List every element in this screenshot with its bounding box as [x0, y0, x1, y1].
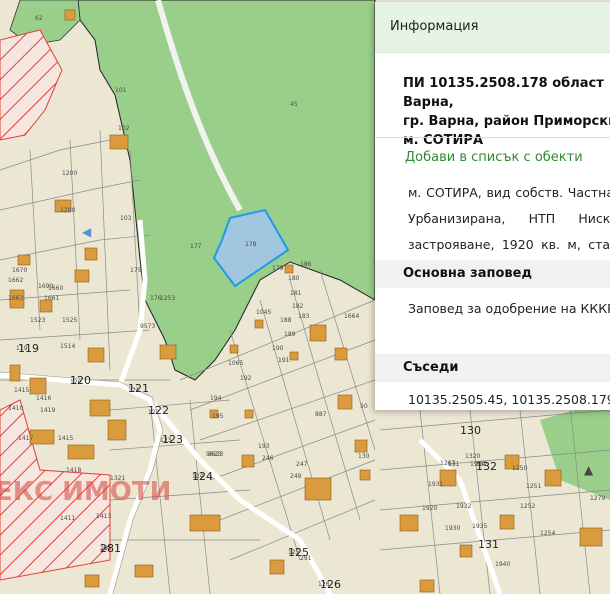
parcel-number-label: 1252 [520, 503, 535, 510]
parcel-number-label: 1523 [30, 317, 45, 324]
parcel-number-label: 1920 [422, 505, 437, 512]
parcel-number-label: 1935 [472, 523, 487, 530]
parcel-number-label: 186 [300, 261, 312, 268]
road-number-label: 123 [162, 433, 183, 446]
parcel-number-label: 1251 [526, 483, 541, 490]
parcel-number-label: 1930 [445, 525, 460, 532]
order-heading: Основна заповед [403, 266, 532, 281]
parcel-number-label: 175 [130, 267, 142, 274]
parcel-number-label: 1514 [60, 343, 75, 350]
road-number-label: 120 [70, 374, 91, 387]
parcel-number-label: 1525 [62, 317, 77, 324]
add-to-list-link[interactable]: Добави в списък с обекти [405, 150, 583, 165]
parcel-number-label: 1200 [62, 170, 77, 177]
road-number-label: 126 [320, 578, 341, 591]
divider [375, 137, 610, 138]
parcel-number-label: 193 [258, 443, 270, 450]
parcel-number-label: 179 [272, 265, 284, 272]
parcel-number-label: 195 [212, 413, 224, 420]
parcel-number-label: 1320 [465, 453, 480, 460]
road-number-label: 131 [478, 538, 499, 551]
parcel-number-label: 1664 [344, 313, 359, 320]
parcel-number-label: 191 [278, 357, 290, 364]
parcel-title: ПИ 10135.2508.178 област Варна, гр. Варн… [403, 76, 610, 148]
parcel-number-label: 194 [210, 395, 222, 402]
parcel-number-label: 1415 [58, 435, 73, 442]
order-text: Заповед за одобрение на КККР, издадена о… [408, 301, 610, 316]
info-panel-header: Информация [375, 2, 610, 53]
road-number-label: 124 [192, 470, 213, 483]
parcel-number-label: 1416 [36, 395, 51, 402]
parcel-number-label: 249 [290, 473, 302, 480]
parcel-number-label: 192 [240, 375, 252, 382]
parcel-number-label: 183 [298, 313, 310, 320]
parcel-number-label: 1411 [60, 515, 75, 522]
parcel-number-label: 1065 [228, 360, 243, 367]
parcel-number-label: 101 [115, 87, 127, 94]
road-number-label: 125 [288, 546, 309, 559]
road-number-label: 281 [100, 542, 121, 555]
parcel-number-label: 1279 [590, 495, 605, 502]
parcel-number-label: 103 [120, 215, 132, 222]
parcel-number-label: 246 [262, 455, 274, 462]
road-number-label: 121 [128, 382, 149, 395]
parcel-number-label: 1413 [96, 513, 111, 520]
parcel-number-label: 1250 [512, 465, 527, 472]
parcel-number-label: 1661 [44, 295, 59, 302]
parcel-number-label: 131 [448, 461, 460, 468]
parcel-number-label: 180 [288, 275, 300, 282]
parcel-number-label: 177 [190, 243, 202, 250]
info-panel-title: Информация [390, 19, 479, 34]
parcel-number-label: 1254 [540, 530, 555, 537]
parcel-number-label: 887 [315, 411, 327, 418]
parcel-number-label: 178 [245, 241, 257, 248]
info-panel: Информация ПИ 10135.2508.178 област Варн… [375, 2, 610, 410]
parcel-number-label: 1662 [8, 277, 23, 284]
parcel-number-label: 102 [118, 125, 130, 132]
parcel-number-label: 62 [35, 15, 43, 22]
parcel-number-label: 1931 [428, 481, 443, 488]
parcel-number-label: 1415 [14, 387, 29, 394]
parcel-number-label: 1419 [40, 407, 55, 414]
road-number-label: 132 [476, 460, 497, 473]
parcel-number-label: 50 [360, 403, 368, 410]
parcel-number-label: 130 [358, 453, 370, 460]
road-number-label: 122 [148, 404, 169, 417]
parcel-number-label: 45 [290, 101, 298, 108]
parcel-number-label: 1253 [160, 295, 175, 302]
neighbors-heading: Съседи [403, 360, 459, 375]
parcel-number-label: 1410 [8, 405, 23, 412]
parcel-number-label: 1417 [18, 435, 33, 442]
parcel-number-label: 189 [284, 331, 296, 338]
order-section-header: Основна заповед [375, 260, 610, 288]
parcel-number-label: 9623 [208, 451, 223, 458]
parcel-number-label: 1932 [456, 503, 471, 510]
road-number-label: 130 [460, 424, 481, 437]
arrow-icon: ▲ [584, 463, 594, 477]
parcel-number-label: 182 [292, 303, 304, 310]
parcel-number-label: 1670 [12, 267, 27, 274]
arrow-icon: ◀ [82, 225, 92, 239]
parcel-number-label: 190 [272, 345, 284, 352]
parcel-number-label: 9573 [140, 323, 155, 330]
road-number-label: 119 [18, 342, 39, 355]
parcel-number-label: 1045 [256, 309, 271, 316]
parcel-number-label: 1660 [48, 285, 63, 292]
parcel-number-label: 1418 [66, 467, 81, 474]
parcel-number-label: 188 [280, 317, 292, 324]
watermark-text: ЕКС ИМОТИ [0, 477, 171, 507]
parcel-number-label: 181 [290, 290, 302, 297]
parcel-number-label: 1663 [8, 295, 23, 302]
parcel-number-label: 176 [150, 295, 162, 302]
neighbors-text[interactable]: 10135.2505.45, 10135.2508.179 [408, 392, 610, 407]
parcel-number-label: 1940 [495, 561, 510, 568]
parcel-number-label: 247 [296, 461, 308, 468]
neighbors-section-header: Съседи [375, 354, 610, 382]
parcel-number-label: 1200 [60, 207, 75, 214]
